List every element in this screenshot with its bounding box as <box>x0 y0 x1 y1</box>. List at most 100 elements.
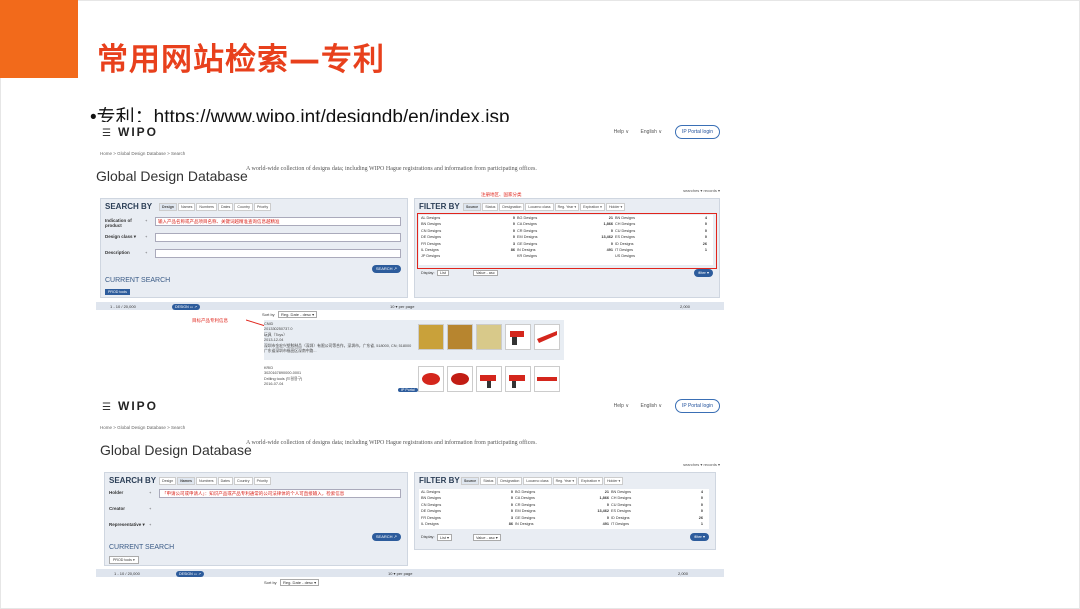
field-representative: Representative ▾ + <box>109 521 401 531</box>
field-operator[interactable]: + <box>149 490 151 495</box>
design-thumbnail[interactable] <box>534 324 560 350</box>
design-thumbnail[interactable] <box>476 366 502 392</box>
filter-tab-reg-year[interactable]: Reg. Year ▾ <box>554 203 580 211</box>
tab-priority[interactable]: Priority <box>253 477 271 485</box>
field-holder: Holder + 「申请公司或申请人」：知识产品或产品专利通常的公司法律体的个人… <box>109 489 401 499</box>
ip-portal-tag[interactable]: IP Portal <box>398 388 418 392</box>
filter-row[interactable]: IL Designs 86 <box>421 521 513 527</box>
search-button[interactable]: SEARCH ↗ <box>371 265 401 273</box>
prod-tools-select[interactable]: PROD tools ▾ <box>109 556 139 564</box>
results-range: 1 - 10 / 20,000 <box>114 571 140 576</box>
results-bar: 1 - 10 / 20,000 DESIGN ▭ ↗ 10 ▾ per page… <box>96 302 724 310</box>
description-input[interactable] <box>155 249 401 258</box>
filter-tab-locarno[interactable]: Locarno class <box>523 477 552 485</box>
filter-button[interactable]: filter ▾ <box>694 269 713 277</box>
current-search-heading: CURRENT SEARCH <box>105 277 171 284</box>
filter-button[interactable]: filter ▾ <box>690 533 709 541</box>
tab-country[interactable]: Country <box>234 203 253 211</box>
design-thumbnail[interactable] <box>534 366 560 392</box>
counts-menus[interactable]: searches ▾ records ▾ <box>683 188 720 193</box>
language-menu[interactable]: English ∨ <box>641 403 662 409</box>
tab-design[interactable]: Design <box>159 477 177 485</box>
filter-tab-status[interactable]: Status <box>482 203 499 211</box>
field-operator[interactable]: + <box>145 234 147 239</box>
design-view-button[interactable]: DESIGN ▭ ↗ <box>176 571 205 577</box>
top-bar: ☰ WIPO Help ∨ English ∨ IP Portal login <box>96 122 724 144</box>
breadcrumb[interactable]: Home > Global Design Database > Search <box>100 425 185 430</box>
tab-dates[interactable]: Dates <box>217 203 234 211</box>
tab-numbers[interactable]: Numbers <box>196 203 217 211</box>
filter-tab-reg-year[interactable]: Reg. Year ▾ <box>552 477 578 485</box>
search-tabs: Design Names Numbers Dates Country Prior… <box>159 203 272 211</box>
help-menu[interactable]: Help ∨ <box>614 403 629 409</box>
search-by-heading: SEARCH BY <box>105 202 153 211</box>
tab-design[interactable]: Design <box>159 203 177 211</box>
page-count[interactable]: 2,000 <box>680 304 690 309</box>
design-thumbnail[interactable] <box>418 366 444 392</box>
filter-tab-source[interactable]: Source <box>463 203 482 211</box>
tab-numbers[interactable]: Numbers <box>195 477 217 485</box>
filter-tab-designation[interactable]: Designation <box>499 203 525 211</box>
result-2-details: KRID 3020167890000-0001 Drilling tools (… <box>264 366 414 388</box>
design-thumbnail[interactable] <box>476 324 502 350</box>
filter-col-2: BG Designs 21 CA Designs 1,866 CR Designs 0… <box>515 489 609 527</box>
filter-row[interactable]: IT Designs 1 <box>611 521 703 527</box>
counts-menus[interactable]: searches ▾ records ▾ <box>683 462 720 467</box>
db-title: Global Design Database <box>100 442 252 458</box>
sort-by-label: Sort by <box>264 580 277 585</box>
filter-tab-locarno[interactable]: Locarno class <box>525 203 554 211</box>
filter-tabs: Source Status Designation Locarno class … <box>463 203 626 211</box>
filter-tab-designation[interactable]: Designation <box>497 477 523 485</box>
display-select[interactable]: List <box>437 270 449 276</box>
filter-row[interactable]: IN Designs 491 <box>515 521 609 527</box>
help-menu[interactable]: Help ∨ <box>614 129 629 135</box>
tab-country[interactable]: Country <box>233 477 253 485</box>
tab-names[interactable]: Names <box>177 203 196 211</box>
results-range: 1 - 10 / 20,000 <box>110 304 136 309</box>
filter-by-panel: FILTER BY Source Status Designation Loca… <box>414 472 716 550</box>
design-thumbnail[interactable] <box>447 324 473 350</box>
filter-tab-source[interactable]: Source <box>461 477 480 485</box>
filter-tabs: Source Status Designation Locarno class … <box>461 477 624 485</box>
field-operator[interactable]: + <box>145 250 147 255</box>
design-thumbnail[interactable] <box>447 366 473 392</box>
sort-by-select[interactable]: Reg. Date - desc ▾ <box>278 311 318 318</box>
wipo-logo[interactable]: WIPO <box>118 399 158 413</box>
sort-by-select[interactable]: Reg. Date - desc ▾ <box>280 579 320 586</box>
filter-tab-expiration[interactable]: Expiration ▾ <box>578 477 603 485</box>
filter-tab-holder[interactable]: Holder ▾ <box>605 203 626 211</box>
display-select[interactable]: List ▾ <box>437 534 452 541</box>
field-operator[interactable]: + <box>149 522 151 527</box>
breadcrumb[interactable]: Home > Global Design Database > Search <box>100 151 185 156</box>
menu-icon[interactable]: ☰ <box>102 402 111 413</box>
sort-select[interactable]: Value - asc <box>473 270 498 276</box>
field-operator[interactable]: + <box>149 506 151 511</box>
field-operator[interactable]: + <box>145 218 147 223</box>
filter-tab-expiration[interactable]: Expiration ▾ <box>580 203 605 211</box>
search-button[interactable]: SEARCH ↗ <box>371 533 401 541</box>
tab-priority[interactable]: Priority <box>253 203 272 211</box>
design-thumbnail[interactable] <box>505 324 531 350</box>
design-class-input[interactable] <box>155 233 401 242</box>
tab-names[interactable]: Names <box>177 477 195 485</box>
tab-dates[interactable]: Dates <box>217 477 233 485</box>
language-menu[interactable]: English ∨ <box>641 129 662 135</box>
ip-portal-login-button[interactable]: IP Portal login <box>674 125 720 139</box>
sort-select[interactable]: Value - asc ▾ <box>473 534 501 541</box>
per-page-select[interactable]: 10 ▾ per page <box>390 304 414 309</box>
page-count[interactable]: 2,000 <box>678 571 688 576</box>
menu-icon[interactable]: ☰ <box>102 128 111 139</box>
design-thumbnail[interactable] <box>505 366 531 392</box>
ip-portal-login-button[interactable]: IP Portal login <box>674 399 720 413</box>
wipo-logo[interactable]: WIPO <box>118 125 158 139</box>
per-page-select[interactable]: 10 ▾ per page <box>388 571 412 576</box>
filter-tab-holder[interactable]: Holder ▾ <box>603 477 624 485</box>
field-label: Holder <box>109 490 124 495</box>
holder-input[interactable]: 「申请公司或申请人」：知识产品或产品专利通常的公司法律体的个人可直接输入，检索信… <box>159 489 401 498</box>
result-annotation: 目标产品专利信息 <box>192 318 228 323</box>
design-thumbnail[interactable] <box>418 324 444 350</box>
prod-tools-button[interactable]: PROD tools <box>105 289 130 295</box>
filter-tab-status[interactable]: Status <box>480 477 497 485</box>
design-view-button[interactable]: DESIGN ▭ ↗ <box>172 304 201 310</box>
indication-input[interactable]: 输入产品名称或产品项目名称、关键词越精准查询信息越精准 <box>155 217 401 226</box>
